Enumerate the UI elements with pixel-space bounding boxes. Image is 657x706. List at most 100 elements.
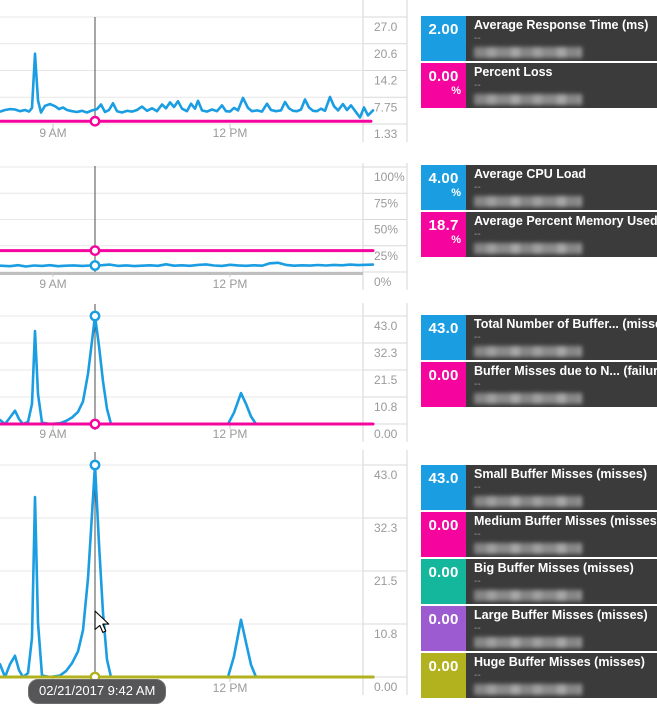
legend-item-body: Average Percent Memory Used --	[466, 212, 657, 257]
svg-text:12 PM: 12 PM	[213, 126, 248, 140]
legend-item[interactable]: 0.00% Percent Loss --	[421, 63, 657, 108]
legend-item[interactable]: 43.0 Small Buffer Misses (misses) --	[421, 465, 657, 510]
legend-item[interactable]: 18.7% Average Percent Memory Used --	[421, 212, 657, 257]
legend-item[interactable]: 2.00 Average Response Time (ms) --	[421, 16, 657, 61]
metric-value: 0.00	[429, 68, 459, 85]
masked-node-name	[474, 47, 582, 58]
legend-value-badge: 0.00	[421, 559, 466, 604]
metric-value: 2.00	[429, 21, 459, 38]
svg-text:32.3: 32.3	[374, 521, 398, 535]
metric-title: Medium Buffer Misses (misses)	[474, 514, 657, 528]
svg-text:32.3: 32.3	[374, 346, 398, 360]
metric-value: 0.00	[429, 658, 459, 675]
svg-text:0.00: 0.00	[374, 427, 398, 441]
svg-text:27.0: 27.0	[374, 20, 398, 34]
metric-title: Total Number of Buffer... (misses)	[474, 317, 657, 331]
chart-cpu-memory[interactable]: 100%75%50%25%0%9 AM12 PM	[0, 163, 407, 291]
metric-value: 43.0	[429, 470, 459, 487]
legend-item-body: Percent Loss --	[466, 63, 657, 108]
masked-node-name	[474, 543, 582, 554]
legend-value-badge: 0.00	[421, 512, 466, 557]
legend-value-badge: 18.7%	[421, 212, 466, 257]
legend-value-badge: 0.00	[421, 362, 466, 407]
metric-title: Average CPU Load	[474, 167, 657, 181]
legend-item[interactable]: 0.00 Big Buffer Misses (misses) --	[421, 559, 657, 604]
metric-subtitle: --	[474, 671, 657, 680]
metric-subtitle: --	[474, 530, 657, 539]
svg-text:43.0: 43.0	[374, 319, 398, 333]
svg-text:21.5: 21.5	[374, 574, 398, 588]
legend-item-body: Large Buffer Misses (misses)--	[466, 606, 657, 651]
legend-value-badge: 0.00%	[421, 63, 466, 108]
legend-item[interactable]: 43.0 Total Number of Buffer... (misses) --	[421, 315, 657, 360]
svg-text:43.0: 43.0	[374, 468, 398, 482]
crosshair-tooltip: 02/21/2017 9:42 AM	[28, 679, 166, 704]
legend-item[interactable]: 0.00 Huge Buffer Misses (misses)--	[421, 653, 657, 698]
metric-subtitle: --	[474, 483, 657, 492]
legend-value-badge: 0.00	[421, 606, 466, 651]
masked-node-name	[474, 496, 582, 507]
legend-item[interactable]: 0.00Buffer Misses due to N... (failures)…	[421, 362, 657, 407]
svg-text:9 AM: 9 AM	[39, 427, 66, 441]
svg-text:14.2: 14.2	[374, 74, 398, 88]
masked-node-name	[474, 637, 582, 648]
monitoring-dashboard: 27.0 20.6 14.2 7.75 1.33 9 AM 12 PM 100% 75% 50%…	[0, 0, 657, 706]
legend-item-body: Huge Buffer Misses (misses)--	[466, 653, 657, 698]
legend-item-body: Big Buffer Misses (misses) --	[466, 559, 657, 604]
svg-text:9 AM: 9 AM	[39, 126, 66, 140]
metric-unit: %	[451, 85, 461, 97]
legend-item-body: Average CPU Load--	[466, 165, 657, 210]
metric-subtitle: --	[474, 34, 657, 43]
masked-node-name	[474, 196, 582, 207]
metric-title: Big Buffer Misses (misses)	[474, 561, 657, 575]
legend-item[interactable]: 4.00%Average CPU Load--	[421, 165, 657, 210]
masked-node-name	[474, 243, 582, 254]
metric-value: 43.0	[429, 320, 459, 337]
svg-text:75%: 75%	[374, 196, 398, 210]
svg-text:12 PM: 12 PM	[213, 277, 248, 291]
legend-item[interactable]: 0.00Large Buffer Misses (misses)--	[421, 606, 657, 651]
metric-subtitle: --	[474, 81, 657, 90]
svg-text:20.6: 20.6	[374, 47, 398, 61]
legend-value-badge: 43.0	[421, 465, 466, 510]
legend-item-body: Medium Buffer Misses (misses) --	[466, 512, 657, 557]
legend-item[interactable]: 0.00 Medium Buffer Misses (misses) --	[421, 512, 657, 557]
svg-text:7.75: 7.75	[374, 100, 398, 114]
metric-subtitle: --	[474, 577, 657, 586]
chart-response-time-loss[interactable]: 27.0 20.6 14.2 7.75 1.33 9 AM 12 PM	[0, 0, 407, 142]
legend-value-badge: 2.00	[421, 16, 466, 61]
metric-unit: %	[451, 187, 461, 199]
metric-title: Small Buffer Misses (misses)	[474, 467, 657, 481]
metric-title: Average Percent Memory Used	[474, 214, 657, 228]
masked-node-name	[474, 393, 582, 404]
legend-value-badge: 43.0	[421, 315, 466, 360]
svg-text:1.33: 1.33	[374, 127, 398, 141]
metric-title: Average Response Time (ms)	[474, 18, 657, 32]
chart-buffer-total[interactable]: 43.032.321.510.80.009 AM12 PM	[0, 303, 407, 442]
legend-value-badge: 4.00%	[421, 165, 466, 210]
metric-unit: %	[451, 234, 461, 246]
legend-item-body: Small Buffer Misses (misses) --	[466, 465, 657, 510]
svg-text:0%: 0%	[374, 275, 392, 289]
legend-item-body: Average Response Time (ms) --	[466, 16, 657, 61]
svg-text:12 PM: 12 PM	[213, 681, 248, 695]
metric-value: 18.7	[429, 217, 459, 234]
masked-node-name	[474, 346, 582, 357]
svg-text:50%: 50%	[374, 223, 398, 237]
svg-text:10.8: 10.8	[374, 627, 398, 641]
metric-value: 0.00	[429, 564, 459, 581]
svg-text:0.00: 0.00	[374, 680, 398, 694]
svg-text:100%: 100%	[374, 170, 405, 184]
svg-text:12 PM: 12 PM	[213, 427, 248, 441]
metric-subtitle: --	[474, 380, 657, 389]
svg-text:21.5: 21.5	[374, 373, 398, 387]
chart-buffer-breakdown[interactable]: 43.032.321.510.80.009 AM12 PM	[0, 450, 407, 695]
metric-title: Percent Loss	[474, 65, 657, 79]
charts-canvas: 27.0 20.6 14.2 7.75 1.33 9 AM 12 PM 100% 75% 50%…	[0, 0, 420, 706]
legend-item-body: Total Number of Buffer... (misses) --	[466, 315, 657, 360]
legend-value-badge: 0.00	[421, 653, 466, 698]
metric-subtitle: --	[474, 230, 657, 239]
metric-title: Large Buffer Misses (misses)	[474, 608, 657, 622]
svg-text:9 AM: 9 AM	[39, 277, 66, 291]
metric-subtitle: --	[474, 333, 657, 342]
